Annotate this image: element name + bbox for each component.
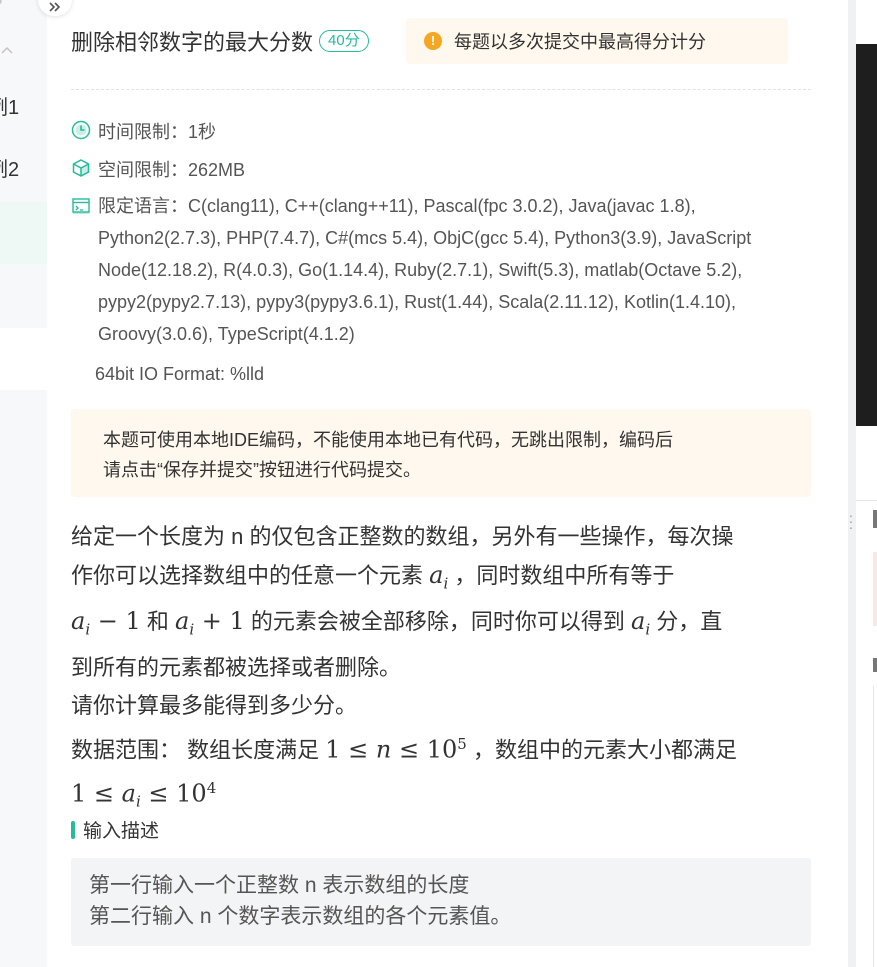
scoring-notice-text: 每题以多次提交中最高得分计分: [454, 32, 706, 52]
problem-panel: 删除相邻数字的最大分数 40分 ! 每题以多次提交中最高得分计分 时间限制：1秒…: [47, 0, 870, 967]
scoring-notice: ! 每题以多次提交中最高得分计分: [406, 18, 788, 64]
math-a: a: [631, 607, 646, 636]
ide-notice-line-2: 请点击“保存并提交”按钮进行代码提交。: [103, 460, 421, 480]
section-accent-bar: [71, 820, 75, 839]
math-ten: 10: [426, 735, 458, 764]
math-minus-one: − 1: [90, 607, 141, 636]
math-n: n: [375, 735, 392, 764]
math-exp: 5: [457, 734, 467, 753]
ide-notice-line-1: 本题可使用本地IDE编码，不能使用本地已有代码，无跳出限制，编码后: [103, 430, 674, 450]
math-a: a: [121, 779, 136, 808]
desc-text: 和: [140, 609, 175, 635]
desc-line: 给定一个长度为 n 的仅包含正整数的数组，另外有一些操作，每次操: [71, 524, 734, 549]
math-ten: 10: [176, 779, 207, 808]
cube-icon: [72, 159, 90, 177]
desc-line: 数据范围： 数组长度满足 1 ≤ n ≤ 105 ，数组中的元素大小都满足: [71, 725, 811, 769]
question-counter: /3: [0, 0, 3, 11]
math-le: ≤: [86, 779, 122, 808]
ide-notice: 本题可使用本地IDE编码，不能使用本地已有代码，无跳出限制，编码后 请点击“保存…: [71, 409, 811, 497]
warning-icon: !: [424, 32, 442, 50]
desc-text: 数据范围： 数组长度满足: [71, 737, 326, 763]
chevron-up-icon[interactable]: [0, 44, 14, 58]
math-a: a: [71, 607, 86, 636]
sidebar-item-question-2[interactable]: 2: [0, 265, 47, 327]
sidebar-item-example-2[interactable]: 例2: [0, 139, 47, 201]
input-line-2: 第二行输入 n 个数字表示数组的各个元素值。: [89, 905, 512, 928]
sidebar-item-example-1[interactable]: 例1: [0, 77, 47, 139]
input-line-1: 第一行输入一个正整数 n 表示数组的长度: [89, 874, 470, 897]
math-le: ≤: [140, 779, 177, 808]
math-a: a: [429, 561, 444, 589]
space-limit: 空间限制：262MB: [71, 156, 245, 182]
panel-splitter[interactable]: [848, 0, 856, 967]
desc-line: 1 ≤ ai ≤ 104: [71, 769, 811, 821]
math-le: ≤: [391, 735, 427, 764]
math-plus-one: + 1: [194, 607, 245, 636]
code-editor[interactable]: [856, 44, 877, 426]
score-badge: 40分: [319, 30, 369, 52]
time-limit-text: 时间限制：1秒: [98, 122, 217, 142]
input-section-title: 输入描述: [83, 821, 160, 842]
editor-tab-fragment: [873, 658, 877, 672]
divider: [71, 89, 811, 90]
desc-text: 分，直: [650, 609, 723, 635]
desc-line: ai − 1 和 ai + 1 的元素会被全部移除，同时你可以得到 ai 分，直: [71, 602, 811, 648]
language-list: 限定语言：C(clang11), C++(clang++11), Pascal(…: [98, 190, 808, 350]
language-label: 限定语言：: [98, 196, 188, 216]
divider: [856, 500, 877, 501]
sidebar-item-question-3[interactable]: 3: [0, 328, 47, 390]
desc-line: 到所有的元素都被选择或者删除。: [71, 654, 402, 680]
double-chevron-right-icon: [49, 2, 61, 12]
desc-line: 作你可以选择数组中的任意一个元素 ai ，同时数组中所有等于: [71, 556, 811, 602]
math-le: ≤: [340, 735, 376, 764]
title-row: 删除相邻数字的最大分数 40分: [71, 18, 369, 64]
space-limit-text: 空间限制：262MB: [98, 160, 246, 180]
sidebar-item-question-1[interactable]: 1: [0, 202, 47, 264]
desc-text: 作你可以选择数组中的任意一个元素: [71, 563, 430, 588]
question-sidebar: /3 例1 例2 1 2 3: [0, 0, 47, 967]
code-window-icon: [72, 198, 90, 214]
problem-page: /3 例1 例2 1 2 3 删除相邻数字的最大分数 40分 ! 每题以多次提交…: [0, 0, 877, 967]
desc-text: ，数组中的元素大小都满足: [466, 737, 737, 763]
drag-handle-icon[interactable]: · · ·: [847, 508, 855, 534]
time-limit: 时间限制：1秒: [71, 118, 216, 144]
math-exp: 4: [206, 779, 217, 798]
desc-text: 的元素会被全部移除，同时你可以得到: [244, 609, 631, 635]
language-values: C(clang11), C++(clang++11), Pascal(fpc 3…: [98, 196, 752, 344]
desc-text: ，同时数组中所有等于: [448, 563, 675, 588]
input-description: 第一行输入一个正整数 n 表示数组的长度 第二行输入 n 个数字表示数组的各个元…: [71, 858, 811, 946]
language-limit: 限定语言：C(clang11), C++(clang++11), Pascal(…: [71, 190, 808, 350]
math-one: 1: [325, 735, 341, 764]
io-format: 64bit IO Format: %lld: [95, 364, 265, 384]
problem-description: 给定一个长度为 n 的仅包含正整数的数组，另外有一些操作，每次操 作你可以选择数…: [71, 518, 811, 821]
problem-title: 删除相邻数字的最大分数: [71, 30, 314, 55]
editor-tab-fragment: [873, 510, 877, 528]
desc-line: 请你计算最多能得到多少分。: [71, 692, 358, 718]
clock-icon: [71, 120, 91, 140]
math-one: 1: [71, 779, 87, 808]
math-a: a: [175, 607, 190, 636]
error-panel-fragment: [873, 552, 877, 626]
divider: [873, 686, 877, 967]
input-section-header: 输入描述: [71, 816, 159, 843]
